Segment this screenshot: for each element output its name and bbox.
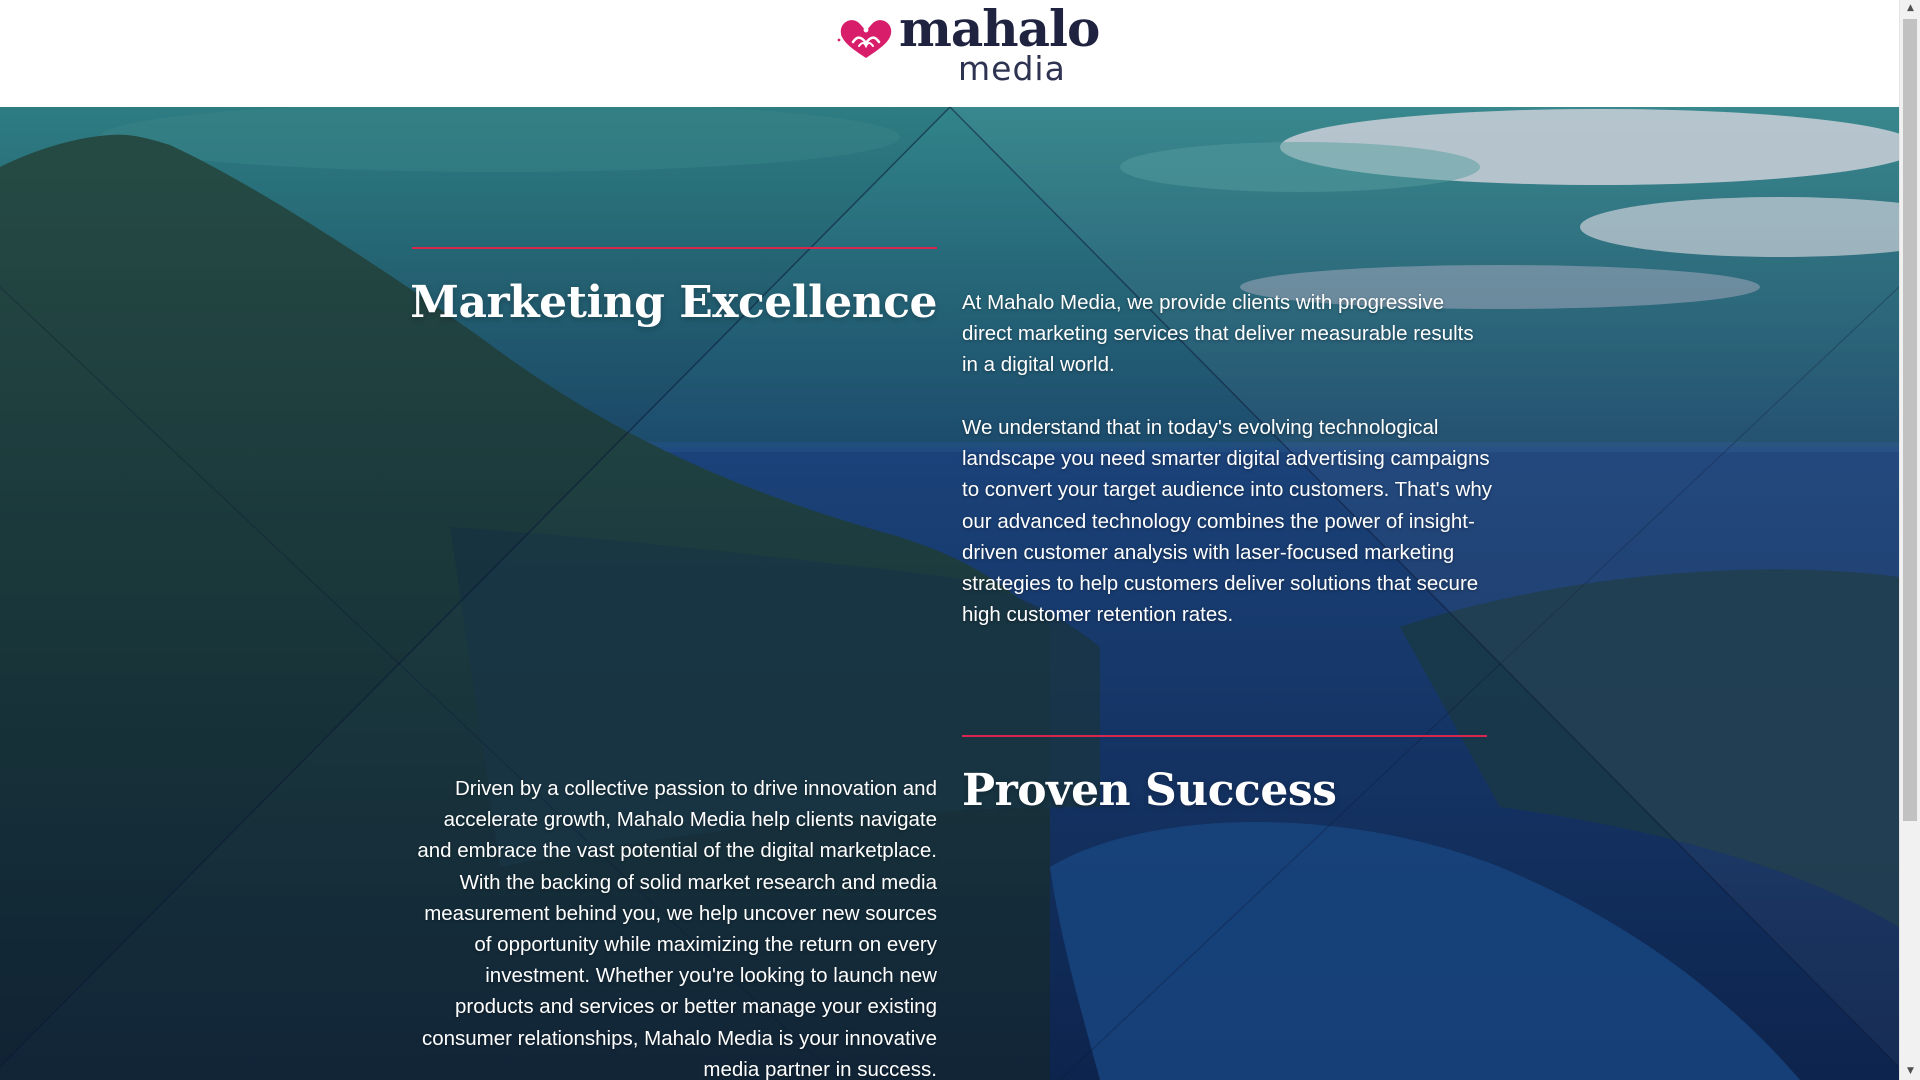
vertical-scrollbar[interactable]: ▲ ▼ xyxy=(1899,0,1920,1080)
success-paragraph: Driven by a collective passion to drive … xyxy=(417,777,937,1080)
marketing-excellence-heading: Marketing Excellence xyxy=(410,277,937,328)
marketing-accent-rule xyxy=(412,247,937,249)
success-accent-rule xyxy=(962,735,1487,737)
logo-wordmark-media: media xyxy=(958,49,1066,88)
scroll-down-arrow-icon[interactable]: ▼ xyxy=(1900,1063,1920,1080)
marketing-detail-paragraph: We understand that in today's evolving t… xyxy=(962,416,1492,627)
logo-wordmark-mahalo: mahalo xyxy=(899,0,1100,58)
site-header: mahalo media xyxy=(0,0,1899,107)
marketing-intro-paragraph: At Mahalo Media, we provide clients with… xyxy=(962,291,1474,377)
scrollbar-thumb[interactable] xyxy=(1903,19,1917,821)
hawaii-landscape-background xyxy=(0,107,1899,1080)
proven-success-heading: Proven Success xyxy=(962,765,1337,816)
scroll-up-arrow-icon[interactable]: ▲ xyxy=(1900,0,1920,17)
mahalo-media-logo[interactable]: mahalo media xyxy=(837,4,1100,88)
hero-section: Marketing Excellence At Mahalo Media, we… xyxy=(0,107,1899,1080)
hibiscus-heart-icon xyxy=(837,20,892,58)
